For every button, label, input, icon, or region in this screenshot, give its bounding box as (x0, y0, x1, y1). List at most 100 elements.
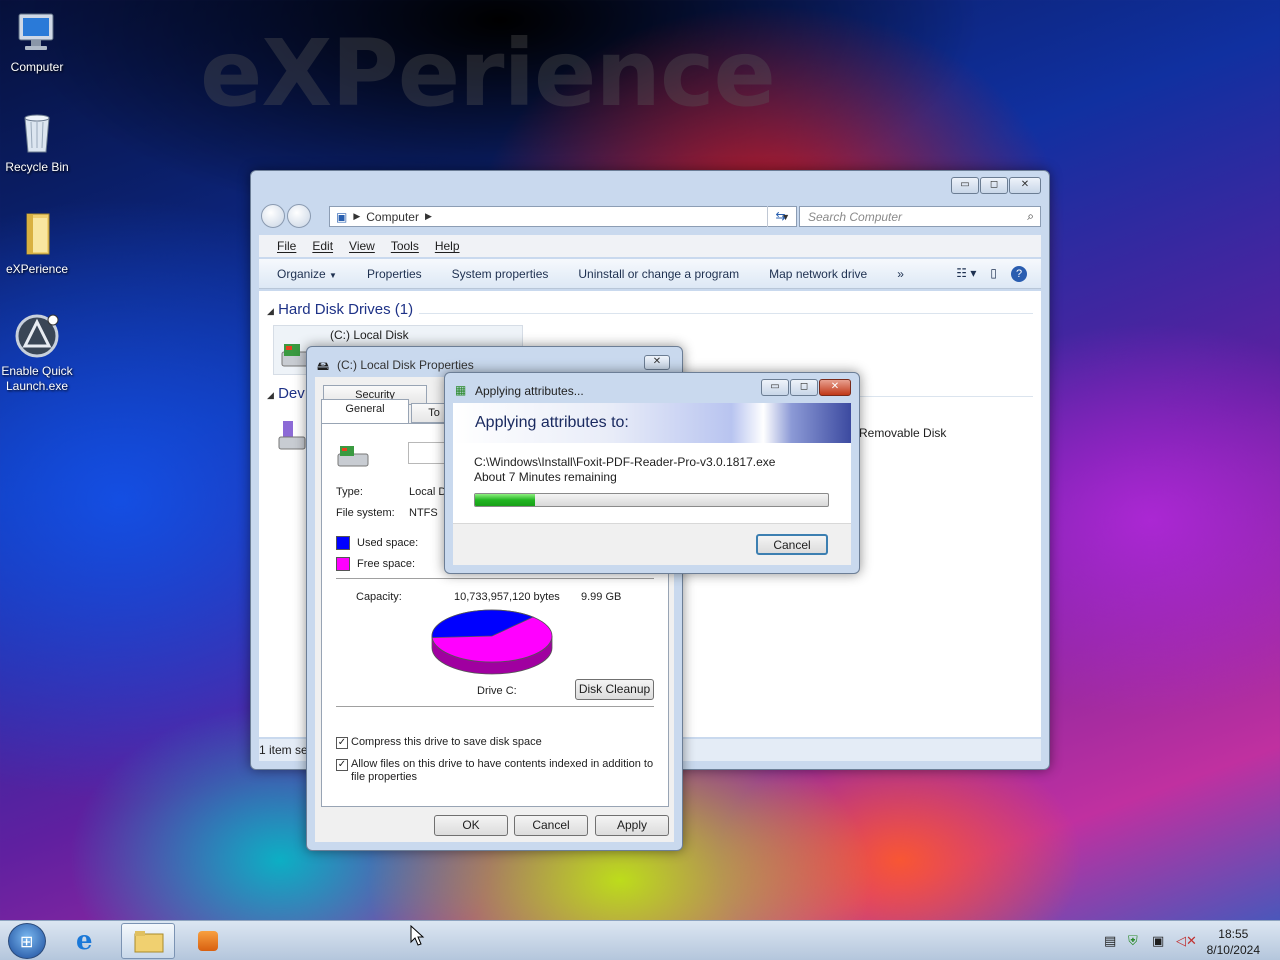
desktop-icon-experience[interactable]: eXPerience (0, 210, 74, 277)
properties-title: (C:) Local Disk Properties (337, 358, 474, 372)
taskbar-internet-explorer[interactable]: e (64, 923, 118, 959)
forward-button[interactable] (287, 204, 311, 228)
ok-button[interactable]: OK (434, 815, 508, 836)
index-checkbox[interactable]: ✓ (336, 759, 348, 771)
computer-icon (13, 8, 61, 56)
breadcrumb-computer[interactable]: Computer (366, 210, 419, 224)
maximize-button[interactable]: ◻ (980, 177, 1008, 194)
media-player-icon (198, 931, 218, 951)
applying-attributes-dialog: ▦ Applying attributes... ▭ ◻ ✕ Applying … (444, 372, 860, 574)
desktop-icon-label: eXPerience (5, 262, 69, 276)
applying-title: Applying attributes... (475, 384, 584, 398)
volume-muted-icon[interactable]: ◁✕ (1176, 933, 1197, 949)
help-icon[interactable]: ? (1011, 266, 1027, 282)
cancel-button[interactable]: Cancel (756, 534, 828, 555)
search-icon[interactable]: ⌕ (1027, 209, 1034, 224)
desktop-icon-recycle-bin[interactable]: Recycle Bin (0, 108, 74, 175)
clock-time: 18:55 (1218, 927, 1249, 941)
view-controls: ☷ ▾ ▯ ? (956, 266, 1027, 282)
tab-general[interactable]: General (321, 399, 409, 423)
start-button[interactable]: ⊞ (8, 923, 46, 959)
uninstall-program-button[interactable]: Uninstall or change a program (578, 267, 739, 281)
search-input[interactable]: Search Computer ⌕ (799, 206, 1041, 227)
menu-help[interactable]: Help (435, 239, 460, 253)
taskbar-media-player[interactable] (184, 923, 228, 959)
drive-c-label: Drive C: (477, 685, 517, 697)
group-hard-disk-drives[interactable]: ◢ Hard Disk Drives (1) (267, 301, 413, 318)
separator (336, 578, 654, 579)
file-path: C:\Windows\Install\Foxit-PDF-Reader-Pro-… (474, 455, 776, 469)
overflow-chevron-icon[interactable]: » (897, 267, 904, 281)
wallpaper-watermark: eXPerience (200, 20, 776, 127)
app-icon (13, 312, 61, 360)
refresh-icon[interactable]: ⇆ (767, 206, 793, 227)
applying-caption-buttons: ▭ ◻ ✕ (761, 379, 851, 396)
removable-disk-label[interactable]: Removable Disk (859, 426, 946, 440)
minimize-button[interactable]: ▭ (951, 177, 979, 194)
address-row: ▣ ▶ Computer ▶ ▼ ⇆ Search Computer ⌕ (259, 204, 1041, 228)
command-bar: Organize ▼ Properties System properties … (259, 259, 1041, 289)
maximize-button[interactable]: ◻ (790, 379, 818, 396)
chevron-right-icon: ▶ (424, 211, 432, 221)
file-system-value: NTFS (409, 507, 438, 519)
collapse-triangle-icon[interactable]: ◢ (267, 390, 274, 400)
menu-tools[interactable]: Tools (391, 239, 419, 253)
collapse-triangle-icon[interactable]: ◢ (267, 306, 274, 316)
close-button[interactable]: ✕ (819, 379, 851, 396)
group-divider (419, 313, 1033, 314)
group-title: Hard Disk Drives (1) (278, 301, 414, 318)
network-icon[interactable]: ▣ (1152, 933, 1164, 949)
properties-button[interactable]: Properties (367, 267, 422, 281)
capacity-gb: 9.99 GB (581, 591, 622, 603)
applying-header-text: Applying attributes to: (475, 414, 629, 431)
free-space-label: Free space: (357, 558, 416, 570)
folder-icon (134, 930, 164, 957)
taskbar: ⊞ e ▤ ⛨ ▣ ◁✕ 18:55 8/10/2024 (0, 920, 1280, 960)
menu-edit[interactable]: Edit (312, 239, 333, 253)
applying-body: C:\Windows\Install\Foxit-PDF-Reader-Pro-… (453, 443, 851, 523)
organize-button[interactable]: Organize ▼ (277, 267, 337, 281)
compress-checkbox[interactable]: ✓ (336, 737, 348, 749)
used-space-label: Used space: (357, 537, 419, 549)
change-view-icon[interactable]: ☷ ▾ (956, 266, 976, 282)
internet-explorer-icon: e (76, 926, 93, 956)
minimize-button[interactable]: ▭ (761, 379, 789, 396)
close-button[interactable]: ✕ (1009, 177, 1041, 194)
map-network-drive-button[interactable]: Map network drive (769, 267, 867, 281)
desktop-icon-label: Enable Quick Launch.exe (1, 364, 73, 393)
menu-bar: File Edit View Tools Help (259, 235, 1041, 257)
progress-fill (475, 494, 535, 506)
drive-name: (C:) Local Disk (330, 328, 409, 342)
hard-drive-icon (336, 444, 370, 473)
taskbar-explorer[interactable] (121, 923, 175, 959)
security-icon[interactable]: ⛨ (1128, 933, 1138, 949)
close-button[interactable]: ✕ (644, 355, 670, 370)
status-text: 1 item se (259, 743, 308, 757)
apply-button[interactable]: Apply (595, 815, 669, 836)
preview-pane-icon[interactable]: ▯ (990, 266, 997, 282)
group-devices[interactable]: ◢ Dev (267, 385, 305, 402)
explorer-caption-buttons: ▭ ◻ ✕ (951, 177, 1041, 194)
desktop-icon-enable-quick-launch[interactable]: Enable Quick Launch.exe (0, 312, 74, 394)
drive-label-input[interactable] (408, 442, 448, 464)
file-system-label: File system: (336, 507, 395, 519)
type-label: Type: (336, 486, 363, 498)
menu-view[interactable]: View (349, 239, 375, 253)
compress-label: Compress this drive to save disk space (351, 736, 542, 748)
address-bar[interactable]: ▣ ▶ Computer ▶ ▼ (329, 206, 797, 227)
cancel-button[interactable]: Cancel (514, 815, 588, 836)
menu-file[interactable]: File (277, 239, 296, 253)
chevron-right-icon: ▶ (353, 211, 361, 221)
type-value: Local D (409, 486, 447, 498)
progress-bar (474, 493, 829, 507)
applying-header: Applying attributes to: (453, 403, 851, 443)
attributes-title-icon: ▦ (455, 383, 467, 397)
used-space-swatch (336, 536, 350, 550)
system-tray: ▤ ⛨ ▣ ◁✕ 18:55 8/10/2024 (1090, 921, 1280, 960)
disk-cleanup-button[interactable]: Disk Cleanup (575, 679, 654, 700)
system-properties-button[interactable]: System properties (452, 267, 549, 281)
action-center-icon[interactable]: ▤ (1104, 933, 1116, 949)
back-button[interactable] (261, 204, 285, 228)
desktop-icon-computer[interactable]: Computer (0, 8, 74, 75)
clock[interactable]: 18:55 8/10/2024 (1207, 926, 1260, 958)
